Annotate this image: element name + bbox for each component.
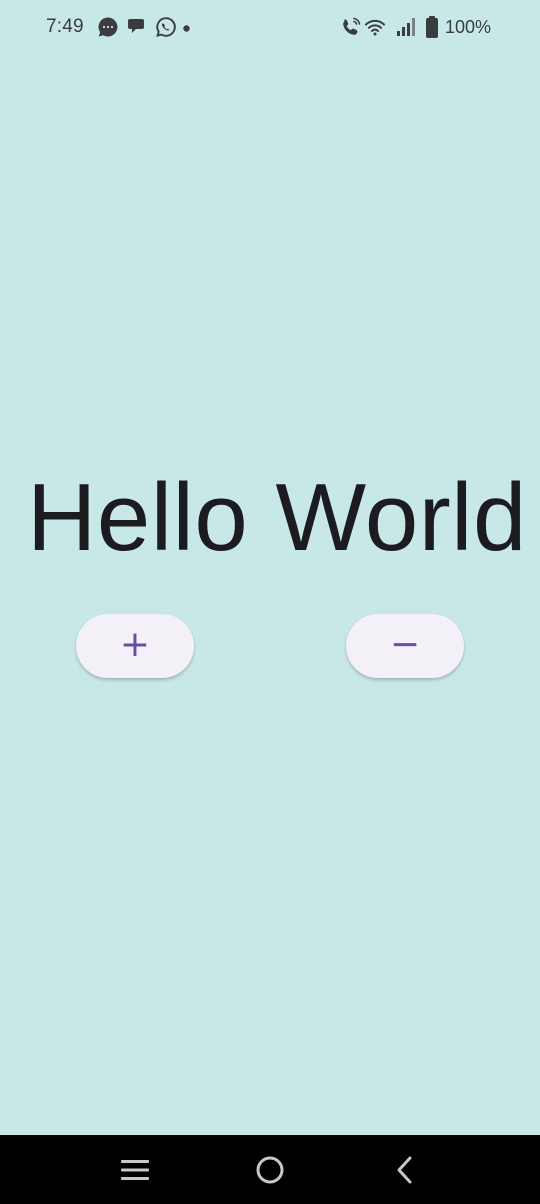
battery-percent: 100%	[445, 17, 492, 37]
minus-icon: −	[389, 624, 421, 665]
recent-apps-button[interactable]	[115, 1152, 155, 1188]
recent-apps-icon	[121, 1160, 149, 1180]
wifi-icon	[365, 19, 385, 36]
messages-icon	[98, 17, 118, 37]
whatsapp-icon	[156, 17, 176, 37]
navigation-bar	[0, 1135, 540, 1204]
plus-icon: +	[119, 624, 151, 665]
status-bar: 7:49 100%	[0, 0, 540, 56]
back-button[interactable]	[385, 1152, 425, 1188]
home-button[interactable]	[250, 1152, 290, 1188]
status-time: 7:49	[46, 16, 84, 37]
back-icon	[397, 1156, 412, 1184]
app-screen: 7:49 100% Hello World + −	[0, 0, 540, 1135]
decrement-button[interactable]: −	[346, 614, 464, 678]
home-icon	[256, 1156, 284, 1184]
wifi-calling-icon	[343, 17, 361, 35]
battery-icon	[426, 16, 438, 38]
chat-bubble-icon	[128, 19, 144, 33]
greeting-text: Hello World	[27, 464, 527, 571]
signal-icon	[397, 18, 415, 36]
increment-button[interactable]: +	[76, 614, 194, 678]
notification-dot-icon	[183, 25, 190, 32]
